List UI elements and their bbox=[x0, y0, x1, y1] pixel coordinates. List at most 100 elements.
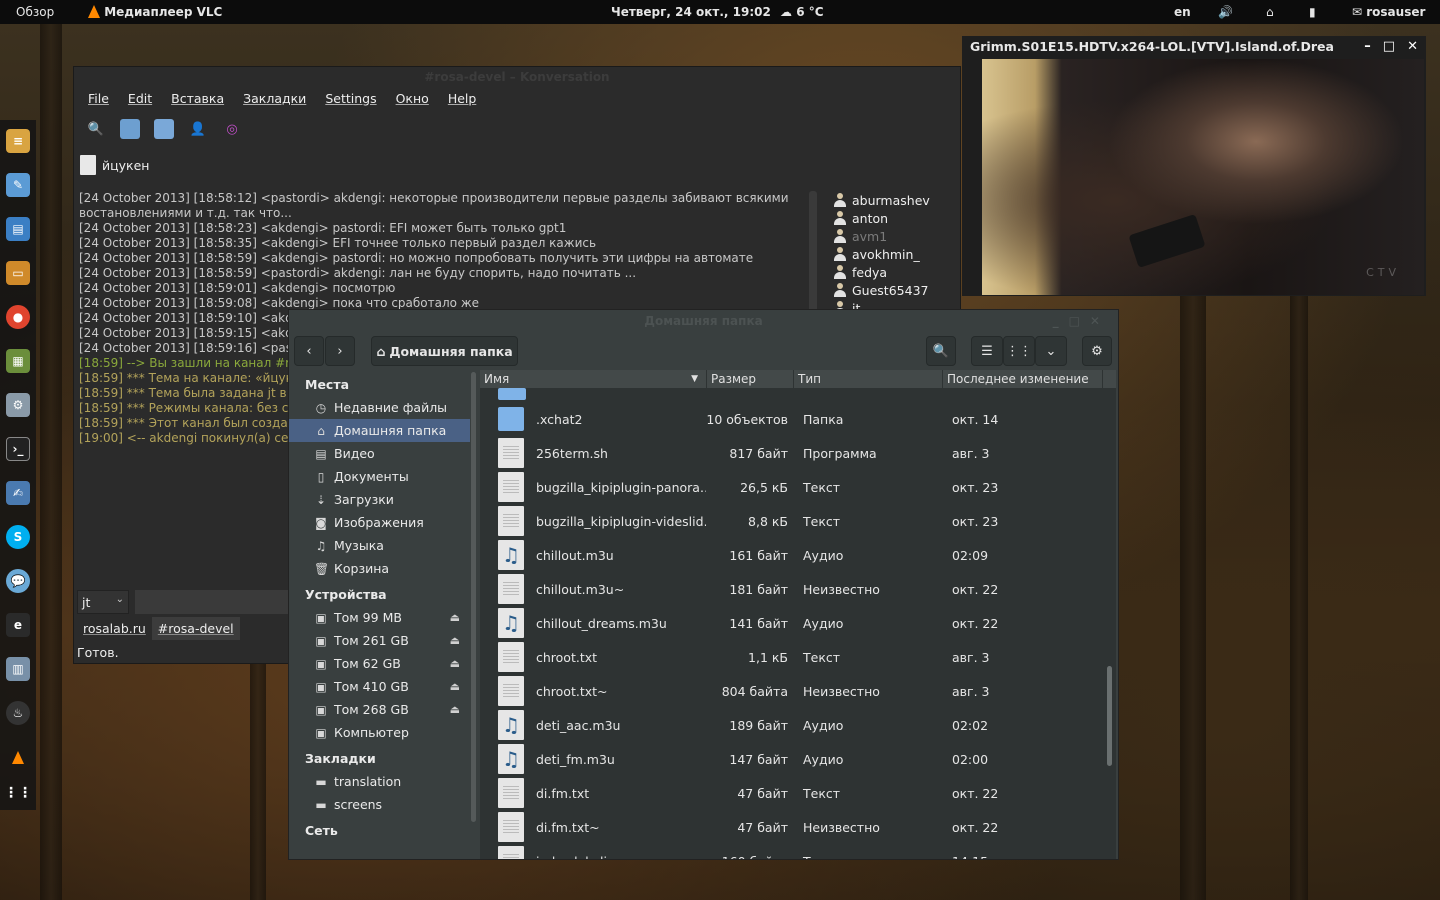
color-picker-icon[interactable]: ◎ bbox=[222, 119, 242, 139]
nick-item[interactable]: fedya bbox=[828, 263, 962, 281]
keyboard-layout[interactable]: en bbox=[1174, 5, 1191, 19]
text-editor-icon[interactable]: ✎ bbox=[6, 173, 30, 197]
battery-icon[interactable]: ▮ bbox=[1309, 5, 1316, 19]
menu-file[interactable]: File bbox=[88, 91, 109, 106]
sidebar-item[interactable]: ⇣ Загрузки bbox=[289, 488, 470, 511]
tab-rosa-devel[interactable]: #rosa-devel bbox=[151, 617, 240, 640]
notes-icon[interactable]: ≡ bbox=[6, 129, 30, 153]
menu-insert[interactable]: Вставка bbox=[171, 91, 224, 106]
file-row[interactable]: chroot.txt~ 804 байта Неизвестно авг. 3 bbox=[480, 674, 1116, 708]
weather-indicator[interactable]: ☁ 6 °C bbox=[780, 5, 824, 19]
file-row[interactable]: ♫ deti_fm.m3u 147 байт Аудио 02:00 bbox=[480, 742, 1116, 776]
sidebar-item[interactable]: ▣ Том 268 GB ⏏ bbox=[289, 698, 470, 721]
screenshot-icon[interactable]: ▤ bbox=[6, 217, 30, 241]
vlc-titlebar[interactable]: Grimm.S01E15.HDTV.x264-LOL.[VTV].Island.… bbox=[962, 36, 1426, 58]
menu-window[interactable]: Окно bbox=[396, 91, 429, 106]
minimize-icon[interactable]: – bbox=[1364, 36, 1371, 58]
app-menu[interactable]: Медиаплеер VLC bbox=[88, 5, 222, 19]
nick-item[interactable]: aburmashev bbox=[828, 191, 962, 209]
file-row[interactable]: .xchat2 10 объектов Папка окт. 14 bbox=[480, 402, 1116, 436]
sidebar-item[interactable]: ▣ Компьютер bbox=[289, 721, 470, 744]
view-options-button[interactable]: ⌄ bbox=[1035, 336, 1067, 366]
nick-item[interactable]: anton bbox=[828, 209, 962, 227]
window-controls[interactable]: _□✕ bbox=[1053, 310, 1110, 332]
file-row[interactable]: ♫ deti_aac.m3u 189 байт Аудио 02:02 bbox=[480, 708, 1116, 742]
menu-settings[interactable]: Settings bbox=[325, 91, 376, 106]
eject-icon[interactable]: ⏏ bbox=[450, 634, 460, 647]
server-folder-icon[interactable] bbox=[154, 119, 174, 139]
sidebar-item[interactable]: 🗑 Корзина bbox=[289, 557, 470, 580]
open-folder-icon[interactable] bbox=[120, 119, 140, 139]
menu-help[interactable]: Help bbox=[448, 91, 477, 106]
eject-icon[interactable]: ⏏ bbox=[450, 703, 460, 716]
nick-item[interactable]: Guest65437 bbox=[828, 281, 962, 299]
user-menu[interactable]: ✉ rosauser bbox=[1352, 5, 1425, 19]
sidebar-item[interactable]: ⌂ Домашняя папка bbox=[289, 419, 470, 442]
column-name[interactable]: Имя ▼ bbox=[480, 370, 707, 388]
system-monitor-icon[interactable]: ▦ bbox=[6, 349, 30, 373]
chrome-icon[interactable]: ● bbox=[6, 305, 30, 329]
search-icon[interactable]: 🔍 bbox=[86, 119, 106, 139]
sidebar-item[interactable]: ◷ Недавние файлы bbox=[289, 396, 470, 419]
sidebar-item[interactable]: ▬ screens bbox=[289, 793, 470, 816]
settings-button[interactable]: ⚙ bbox=[1082, 336, 1112, 366]
file-row[interactable]: index.lokaline160 байтаТекст14:15 bbox=[480, 844, 1116, 859]
eject-icon[interactable]: ⏏ bbox=[450, 680, 460, 693]
forward-button[interactable]: › bbox=[325, 336, 355, 366]
file-row[interactable]: di.fm.txt 47 байт Текст окт. 22 bbox=[480, 776, 1116, 810]
sidebar-item[interactable]: ▤ Видео bbox=[289, 442, 470, 465]
file-manager-titlebar[interactable]: Домашняя папка _□✕ bbox=[289, 310, 1118, 332]
nick-item[interactable]: avokhmin_ bbox=[828, 245, 962, 263]
file-row[interactable]: 256term.sh 817 байт Программа авг. 3 bbox=[480, 436, 1116, 470]
location-button[interactable]: ⌂ Домашняя папка bbox=[371, 336, 518, 366]
menu-bookmarks[interactable]: Закладки bbox=[243, 91, 306, 106]
clock[interactable]: Четверг, 24 окт., 19:02 bbox=[611, 5, 771, 19]
network-icon[interactable]: ⌂ bbox=[1266, 5, 1274, 19]
file-row[interactable]: bugzilla_kipiplugin-panora… 26,5 кБ Текст о… bbox=[480, 470, 1116, 504]
sidebar-item[interactable]: ▣ Том 62 GB ⏏ bbox=[289, 652, 470, 675]
nick-item[interactable]: avm1 bbox=[828, 227, 962, 245]
back-button[interactable]: ‹ bbox=[294, 336, 324, 366]
close-icon[interactable]: ✕ bbox=[1407, 36, 1418, 58]
sidebar-item[interactable]: ◙ Изображения bbox=[289, 511, 470, 534]
sidebar-item[interactable]: ▬ translation bbox=[289, 770, 470, 793]
file-row[interactable]: ♫ chillout.m3u 161 байт Аудио 02:09 bbox=[480, 538, 1116, 572]
window-title[interactable]: #rosa-devel – Konversation bbox=[74, 67, 960, 87]
file-row[interactable]: ♫ chillout_dreams.m3u 141 байт Аудио окт. 22 bbox=[480, 606, 1116, 640]
tab-rosalab[interactable]: rosalab.ru bbox=[77, 617, 152, 640]
editor-icon[interactable]: ✍ bbox=[6, 481, 30, 505]
sidebar-item[interactable]: ▣ Том 99 MB ⏏ bbox=[289, 606, 470, 629]
sidebar-item[interactable]: ▣ Том 410 GB ⏏ bbox=[289, 675, 470, 698]
column-type[interactable]: Тип bbox=[794, 370, 943, 388]
disk-utility-icon[interactable]: ⚙ bbox=[6, 393, 30, 417]
video-frame[interactable]: CTV bbox=[982, 59, 1424, 295]
sidebar-item[interactable]: ▣ Том 261 GB ⏏ bbox=[289, 629, 470, 652]
maximize-icon[interactable]: □ bbox=[1383, 36, 1395, 58]
file-row[interactable]: chillout.m3u~ 181 байт Неизвестно окт. 22 bbox=[480, 572, 1116, 606]
skype-icon[interactable]: S bbox=[6, 525, 30, 549]
column-size[interactable]: Размер bbox=[707, 370, 794, 388]
file-row[interactable]: bugzilla_kipiplugin-videslid… 8,8 кБ Текст… bbox=[480, 504, 1116, 538]
list-view-button[interactable]: ☰ bbox=[971, 336, 1003, 366]
vlc-dock-icon[interactable] bbox=[6, 745, 30, 769]
column-modified[interactable]: Последнее изменение bbox=[943, 370, 1103, 388]
search-button[interactable]: 🔍 bbox=[926, 336, 956, 366]
eject-icon[interactable]: ⏏ bbox=[450, 657, 460, 670]
sidebar-item[interactable]: ▯ Документы bbox=[289, 465, 470, 488]
file-list-scrollbar[interactable] bbox=[1107, 666, 1112, 766]
file-row[interactable]: chroot.txt 1,1 кБ Текст авг. 3 bbox=[480, 640, 1116, 674]
volume-icon[interactable]: 🔊 bbox=[1218, 5, 1233, 19]
menu-edit[interactable]: Edit bbox=[128, 91, 152, 106]
steam-icon[interactable]: ♨ bbox=[6, 701, 30, 725]
messenger-icon[interactable]: 💬 bbox=[6, 569, 30, 593]
activities-button[interactable]: Обзор bbox=[16, 5, 54, 19]
printer-icon[interactable]: ▥ bbox=[6, 657, 30, 681]
message-input[interactable] bbox=[135, 590, 295, 614]
sidebar-item[interactable]: ♫ Музыка bbox=[289, 534, 470, 557]
nick-selector[interactable]: jt ⌄ bbox=[77, 590, 129, 614]
archive-icon[interactable]: ▭ bbox=[6, 261, 30, 285]
app-grid-icon[interactable]: ⋮⋮ bbox=[4, 781, 32, 805]
file-row[interactable]: di.fm.txt~ 47 байт Неизвестно окт. 22 bbox=[480, 810, 1116, 844]
eject-icon[interactable]: ⏏ bbox=[450, 611, 460, 624]
sidebar-scrollbar[interactable] bbox=[471, 372, 476, 822]
